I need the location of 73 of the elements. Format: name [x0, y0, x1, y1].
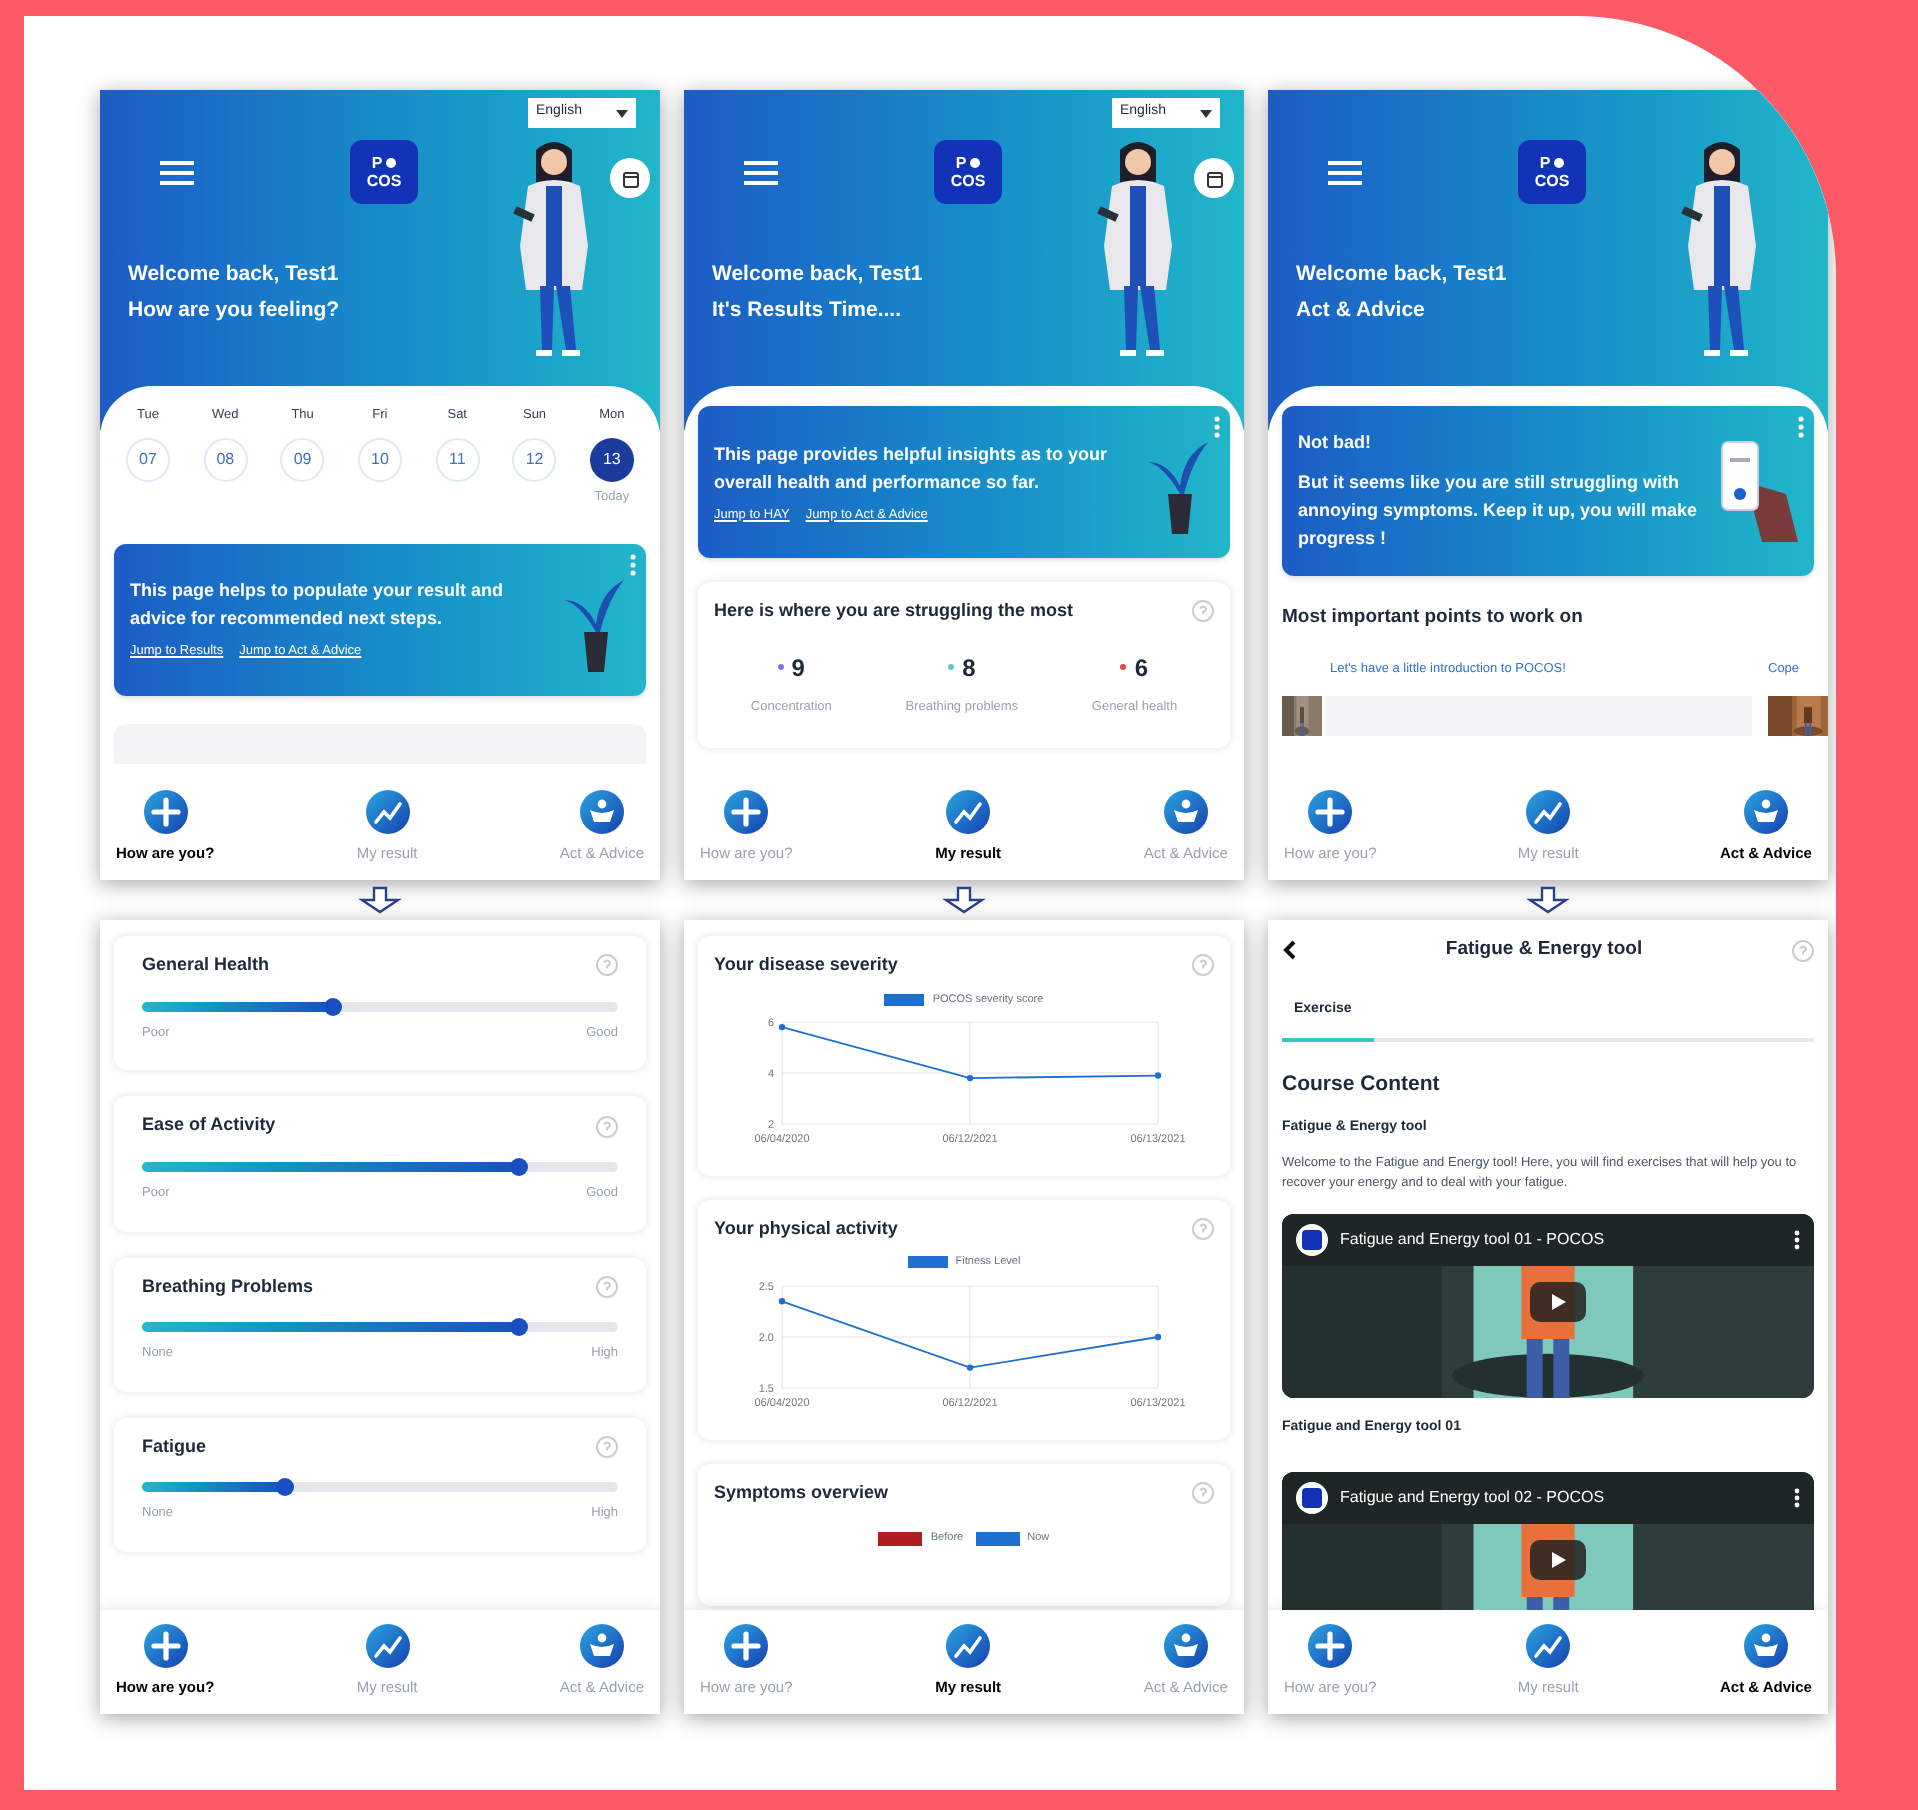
caret-icon	[616, 109, 628, 117]
play-icon[interactable]	[1530, 1539, 1586, 1579]
slider-title: Breathing Problems	[142, 1273, 314, 1300]
person-icon	[1163, 790, 1208, 835]
slider-title: Fatigue	[142, 1433, 207, 1460]
slider-thumb[interactable]	[324, 997, 343, 1015]
plus-icon	[143, 790, 188, 835]
video-player[interactable]: Fatigue and Energy tool 02 - POCOS	[1282, 1471, 1814, 1610]
person-icon	[1163, 1624, 1208, 1669]
plus-icon	[724, 790, 769, 835]
menu-icon[interactable]	[744, 159, 778, 185]
menu-icon[interactable]	[160, 159, 194, 185]
screen-title: Fatigue & Energy tool	[1445, 936, 1643, 964]
card-text: This page provides helpful insights as to your overall health and performance so far.	[714, 441, 1110, 496]
greeting-text: Welcome back, Test1	[1296, 260, 1509, 290]
slider-track[interactable]	[142, 1322, 618, 1332]
menu-icon[interactable]	[1328, 159, 1362, 185]
greeting-subtitle: Act & Advice	[1296, 296, 1427, 326]
channel-avatar	[1296, 1481, 1328, 1513]
data-point	[778, 1023, 786, 1030]
greeting-text: Welcome back, Test1	[712, 260, 925, 290]
slider-thumb[interactable]	[510, 1318, 529, 1336]
person-icon	[1743, 1624, 1788, 1669]
calendar-button[interactable]	[610, 158, 650, 198]
app-logo: P COS	[350, 140, 418, 204]
more-icon[interactable]	[1794, 1487, 1800, 1507]
video-player[interactable]: Fatigue and Energy tool 01 - POCOS	[1282, 1214, 1814, 1398]
app-logo: P COS	[1518, 140, 1586, 204]
data-point	[778, 1297, 786, 1304]
slider-thumb[interactable]	[510, 1157, 529, 1176]
data-point	[1154, 1071, 1162, 1079]
app-logo: P COS	[934, 140, 1002, 204]
play-icon[interactable]	[1530, 1282, 1586, 1322]
more-icon[interactable]	[1794, 1230, 1800, 1250]
greeting-subtitle: It's Results Time....	[712, 296, 903, 326]
slider-title: General Health	[142, 952, 270, 978]
caret-icon	[1200, 109, 1212, 117]
person-icon	[579, 790, 624, 835]
score-value: 6	[1134, 651, 1149, 685]
card-title: Not bad!	[1298, 430, 1373, 456]
score-value: 8	[962, 651, 976, 685]
card-text: This page helps to populate your result and advice for recommended next steps.	[130, 578, 506, 633]
calendar-icon	[1205, 169, 1223, 187]
data-point	[966, 1074, 974, 1081]
greeting-subtitle: How are you feeling?	[128, 296, 342, 326]
slider-track[interactable]	[142, 1482, 618, 1493]
slider-track[interactable]	[142, 1001, 618, 1011]
plus-icon	[143, 1624, 188, 1669]
person-icon	[579, 1624, 624, 1669]
plus-icon	[1308, 1624, 1353, 1669]
section-title: Most important points to work on	[1282, 603, 1585, 631]
person-icon	[1743, 790, 1788, 835]
plus-icon	[724, 1624, 769, 1669]
slider-title: Ease of Activity	[142, 1112, 276, 1139]
plus-icon	[1308, 790, 1353, 835]
video-title: Fatigue and Energy tool 02 - POCOS	[1340, 1485, 1607, 1509]
calendar-button[interactable]	[1194, 158, 1234, 198]
video-title: Fatigue and Energy tool 01 - POCOS	[1340, 1228, 1607, 1252]
card-title: Symptoms overview	[714, 1479, 889, 1506]
card-text: But it seems like you are still struggling with annoying symptoms. Keep it up, you will make progress !	[1298, 469, 1700, 551]
data-point	[966, 1363, 974, 1370]
greeting-text: Welcome back, Test1	[128, 260, 341, 290]
score-value: 9	[791, 651, 805, 685]
section-heading: Course Content	[1282, 1069, 1442, 1100]
calendar-icon	[621, 169, 639, 187]
slider-thumb[interactable]	[276, 1478, 295, 1497]
card-title: Your physical activity	[714, 1215, 898, 1242]
data-point	[1154, 1332, 1162, 1340]
slider-track[interactable]	[142, 1161, 618, 1172]
back-icon[interactable]	[1282, 940, 1296, 961]
channel-avatar	[1296, 1224, 1328, 1256]
card-title: Here is where you are struggling the most	[714, 598, 1074, 624]
card-title: Your disease severity	[714, 952, 898, 978]
